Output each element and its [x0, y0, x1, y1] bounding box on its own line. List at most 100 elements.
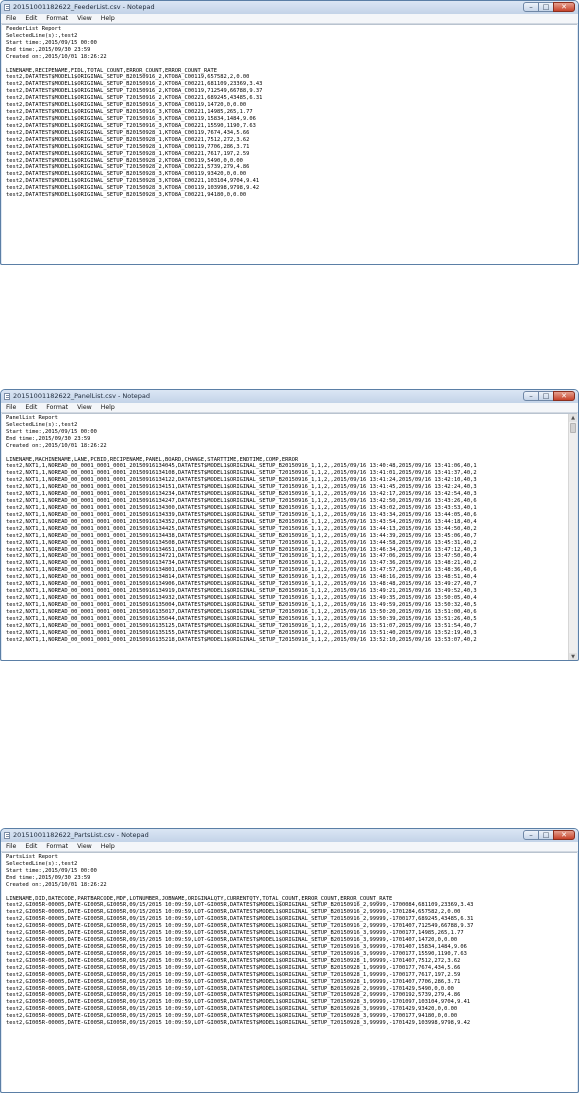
text-editor-area[interactable]: PanelList Report SelectedLine(s):,test2 St… [2, 413, 577, 660]
panellist-notepad-window: 20151001182622_PanelList.csv - Notepad –… [0, 389, 579, 661]
text-line: test2,NXT1,1,NOREAD_00_0001_0001_0001_20… [6, 588, 477, 595]
menu-bar: File Edit Format View Help [1, 842, 578, 852]
text-line: test2,DATATEST$MODEL1$ORIGINAL_SETUP_B20… [6, 102, 247, 109]
menu-view[interactable]: View [77, 404, 92, 411]
window-controls: – □ ✕ [523, 391, 575, 402]
scroll-down-icon[interactable]: ▼ [569, 653, 577, 660]
menu-view[interactable]: View [77, 15, 92, 22]
maximize-button[interactable]: □ [538, 391, 554, 401]
text-line: test2,NXT1,1,NOREAD_00_0001_0001_0001_20… [6, 581, 477, 588]
text-line [6, 61, 577, 68]
menu-format[interactable]: Format [46, 843, 68, 850]
text-line: LINENAME,RECIPENAME,FIDL,TOTAL_COUNT,ERR… [6, 67, 217, 74]
text-line: Created on:,2015/10/01 18:26:22 [6, 881, 107, 888]
text-line: test2,DATATEST$MODEL1$ORIGINAL_SETUP_B20… [6, 129, 250, 136]
menu-edit[interactable]: Edit [25, 15, 37, 22]
maximize-button[interactable]: □ [538, 2, 554, 12]
text-line: test2,NXT1,1,NOREAD_00_0001_0001_0001_20… [6, 560, 477, 567]
text-line: test2,GI005R-00005,DATE-GI005R,GI005R,09… [6, 916, 474, 923]
title-bar[interactable]: 20151001182622_FeederList.csv - Notepad … [1, 1, 578, 14]
menu-edit[interactable]: Edit [25, 843, 37, 850]
menu-file[interactable]: File [6, 843, 16, 850]
text-line: test2,NXT1,1,NOREAD_00_0001_0001_0001_20… [6, 608, 477, 615]
text-line: End time:,2015/09/30 23:59 [6, 46, 91, 53]
text-line: test2,NXT1,1,NOREAD_00_0001_0001_0001_20… [6, 532, 477, 539]
title-bar[interactable]: 20151001182622_PartsList.csv - Notepad –… [1, 829, 578, 842]
text-line: test2,GI005R-00005,DATE-GI005R,GI005R,09… [6, 985, 454, 992]
text-line [6, 450, 567, 457]
text-line: test2,NXT1,1,NOREAD_00_0001_0001_0001_20… [6, 574, 477, 581]
menu-view[interactable]: View [77, 843, 92, 850]
text-line: Created on:,2015/10/01 18:26:22 [6, 442, 107, 449]
text-line: test2,DATATEST$MODEL1$ORIGINAL_SETUP_T20… [6, 88, 263, 95]
menu-bar: File Edit Format View Help [1, 14, 578, 24]
text-line: test2,DATATEST$MODEL1$ORIGINAL_SETUP_T20… [6, 122, 256, 129]
window-controls: – □ ✕ [523, 2, 575, 13]
document-text[interactable]: FeederList Report SelectedLine(s):,test2 S… [2, 25, 577, 199]
text-line: test2,NXT1,1,NOREAD_00_0001_0001_0001_20… [6, 629, 477, 636]
menu-file[interactable]: File [6, 15, 16, 22]
document-text[interactable]: PanelList Report SelectedLine(s):,test2 St… [2, 414, 577, 643]
title-bar[interactable]: 20151001182622_PanelList.csv - Notepad –… [1, 390, 578, 403]
text-line: test2,NXT1,1,NOREAD_00_0001_0001_0001_20… [6, 470, 477, 477]
menu-edit[interactable]: Edit [25, 404, 37, 411]
text-line: test2,DATATEST$MODEL1$ORIGINAL_SETUP_T20… [6, 150, 250, 157]
text-line: End time:,2015/09/30 23:59 [6, 874, 91, 881]
window-title: 20151001182622_PanelList.csv - Notepad [13, 392, 151, 400]
close-button[interactable]: ✕ [553, 830, 575, 840]
scroll-up-icon[interactable]: ▲ [569, 414, 577, 422]
menu-help[interactable]: Help [101, 843, 115, 850]
close-button[interactable]: ✕ [553, 2, 575, 12]
text-line: test2,DATATEST$MODEL1$ORIGINAL_SETUP_B20… [6, 171, 247, 178]
menu-help[interactable]: Help [101, 404, 115, 411]
menu-format[interactable]: Format [46, 15, 68, 22]
window-controls: – □ ✕ [523, 830, 575, 841]
text-line: test2,DATATEST$MODEL1$ORIGINAL_SETUP_T20… [6, 95, 263, 102]
text-line: test2,GI005R-00005,DATE-GI005R,GI005R,09… [6, 909, 461, 916]
menu-help[interactable]: Help [101, 15, 115, 22]
menu-bar: File Edit Format View Help [1, 403, 578, 413]
document-text[interactable]: PartsList Report SelectedLine(s):,test2 St… [2, 853, 577, 1027]
menu-file[interactable]: File [6, 404, 16, 411]
text-line: test2,GI005R-00005,DATE-GI005R,GI005R,09… [6, 964, 461, 971]
text-editor-area[interactable]: FeederList Report SelectedLine(s):,test2 S… [2, 24, 577, 264]
text-line: test2,GI005R-00005,DATE-GI005R,GI005R,09… [6, 999, 471, 1006]
close-button[interactable]: ✕ [553, 391, 575, 401]
text-line: Start time:,2015/09/15 00:00 [6, 39, 97, 46]
text-line: test2,NXT1,1,NOREAD_00_0001_0001_0001_20… [6, 477, 477, 484]
text-line: test2,NXT1,1,NOREAD_00_0001_0001_0001_20… [6, 484, 477, 491]
text-line: test2,NXT1,1,NOREAD_00_0001_0001_0001_20… [6, 622, 477, 629]
text-line: test2,DATATEST$MODEL1$ORIGINAL_SETUP_T20… [6, 178, 260, 185]
text-line: test2,NXT1,1,NOREAD_00_0001_0001_0001_20… [6, 504, 477, 511]
text-line: test2,NXT1,1,NOREAD_00_0001_0001_0001_20… [6, 594, 477, 601]
window-title: 20151001182622_FeederList.csv - Notepad [13, 3, 155, 11]
text-line: test2,NXT1,1,NOREAD_00_0001_0001_0001_20… [6, 546, 477, 553]
text-line: test2,NXT1,1,NOREAD_00_0001_0001_0001_20… [6, 539, 477, 546]
text-line: test2,GI005R-00005,DATE-GI005R,GI005R,09… [6, 902, 474, 909]
text-line: test2,NXT1,1,NOREAD_00_0001_0001_0001_20… [6, 511, 477, 518]
text-line: test2,GI005R-00005,DATE-GI005R,GI005R,09… [6, 957, 461, 964]
minimize-button[interactable]: – [523, 830, 539, 840]
text-line: LINENAME,MACHINENAME,LANE,PCBID,RECIPENA… [6, 456, 299, 463]
text-line: PartsList Report [6, 854, 58, 860]
text-line: test2,NXT1,1,NOREAD_00_0001_0001_0001_20… [6, 615, 477, 622]
minimize-button[interactable]: – [523, 391, 539, 401]
text-line: test2,DATATEST$MODEL1$ORIGINAL_SETUP_B20… [6, 157, 243, 164]
text-line: test2,NXT1,1,NOREAD_00_0001_0001_0001_20… [6, 518, 477, 525]
text-line [6, 889, 577, 896]
notepad-icon [4, 4, 10, 11]
feederlist-notepad-window: 20151001182622_FeederList.csv - Notepad … [0, 0, 579, 265]
text-line: test2,DATATEST$MODEL1$ORIGINAL_SETUP_B20… [6, 109, 253, 116]
text-editor-area[interactable]: PartsList Report SelectedLine(s):,test2 St… [2, 852, 577, 1092]
vertical-scrollbar[interactable]: ▲ ▼ [568, 414, 577, 660]
text-line: test2,NXT1,1,NOREAD_00_0001_0001_0001_20… [6, 463, 477, 470]
text-line: test2,GI005R-00005,DATE-GI005R,GI005R,09… [6, 950, 467, 957]
text-line: test2,NXT1,1,NOREAD_00_0001_0001_0001_20… [6, 498, 477, 505]
text-line: test2,NXT1,1,NOREAD_00_0001_0001_0001_20… [6, 567, 477, 574]
text-line: test2,DATATEST$MODEL1$ORIGINAL_SETUP_B20… [6, 81, 263, 88]
menu-format[interactable]: Format [46, 404, 68, 411]
text-line: test2,DATATEST$MODEL1$ORIGINAL_SETUP_B20… [6, 192, 247, 199]
maximize-button[interactable]: □ [538, 830, 554, 840]
minimize-button[interactable]: – [523, 2, 539, 12]
scroll-thumb[interactable] [570, 423, 576, 433]
